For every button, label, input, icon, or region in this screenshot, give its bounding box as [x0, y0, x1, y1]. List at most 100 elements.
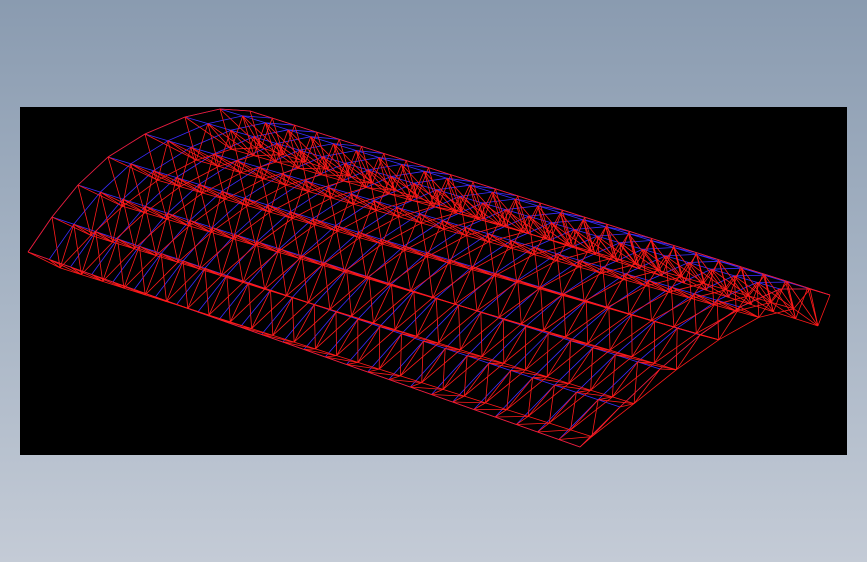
web-diagonal [633, 361, 638, 404]
web-diagonal [167, 212, 212, 233]
web-diagonal [293, 304, 315, 343]
web-diagonal [301, 255, 309, 303]
bottom-chord-transverse [400, 342, 439, 377]
web-diagonal [378, 326, 381, 370]
web-diagonal [537, 429, 571, 433]
top-chord-transverse [367, 333, 402, 373]
bottom-chord-transverse [438, 310, 478, 344]
web-diagonal [357, 326, 381, 363]
top-chord-transverse [637, 327, 678, 363]
web-diagonal [516, 422, 550, 425]
web-diagonal [600, 242, 621, 274]
web-diagonal [176, 177, 226, 200]
web-diagonal [212, 227, 256, 246]
bottom-chord-longitudinal [506, 409, 529, 417]
web-diagonal [615, 354, 655, 364]
model-viewport[interactable] [20, 107, 847, 455]
web-diagonal [671, 286, 714, 306]
top-chord-transverse [413, 259, 450, 292]
web-diagonal [346, 269, 352, 317]
cad-viewer-window [0, 0, 867, 562]
web-diagonal [554, 384, 591, 391]
bottom-chord-longitudinal [623, 279, 647, 287]
bottom-chord-longitudinal [59, 267, 82, 275]
end-frame-far [699, 306, 741, 336]
bottom-chord-transverse [570, 396, 613, 431]
top-chord-transverse [525, 293, 564, 327]
web-diagonal [525, 333, 549, 371]
web-diagonal [325, 356, 358, 363]
web-diagonal [189, 220, 234, 240]
top-chord-transverse [469, 184, 496, 190]
web-diagonal [608, 307, 611, 351]
bottom-chord-longitudinal [601, 272, 624, 280]
web-diagonal [532, 376, 548, 379]
top-chord-transverse [592, 314, 632, 349]
web-diagonal [699, 334, 719, 341]
top-chord-transverse [48, 224, 75, 260]
web-diagonal [579, 260, 624, 280]
web-diagonal [527, 377, 533, 417]
web-diagonal [576, 392, 613, 398]
web-diagonal [301, 255, 345, 273]
bottom-chord-transverse [272, 302, 309, 336]
web-diagonal [145, 205, 190, 227]
web-diagonal [558, 436, 592, 440]
web-diagonal [587, 307, 610, 344]
web-diagonal [435, 298, 439, 344]
top-chord-longitudinal [198, 184, 222, 192]
bottom-chord-transverse [503, 330, 544, 364]
web-diagonal [90, 192, 101, 236]
web-diagonal [651, 286, 672, 321]
web-diagonal [315, 311, 337, 350]
top-chord-transverse [409, 348, 446, 388]
web-diagonal [261, 334, 295, 343]
web-diagonal [436, 189, 480, 220]
web-diagonal [459, 312, 482, 350]
web-diagonal [502, 319, 505, 364]
web-diagonal [625, 273, 647, 287]
web-diagonal [648, 280, 652, 321]
web-diagonal [602, 266, 625, 280]
top-chord-transverse [458, 273, 496, 306]
bottom-chord-longitudinal [549, 422, 571, 431]
web-diagonal [579, 260, 602, 274]
web-diagonal [380, 239, 389, 285]
web-diagonal [51, 216, 61, 268]
web-diagonal [199, 227, 213, 270]
web-diagonal [445, 348, 483, 357]
bottom-chord-transverse [568, 349, 611, 384]
bottom-chord-transverse [485, 369, 526, 404]
web-diagonal [403, 245, 411, 292]
web-diagonal [322, 156, 367, 188]
web-diagonal [272, 297, 293, 336]
web-diagonal [400, 333, 402, 376]
web-diagonal [612, 354, 616, 397]
web-diagonal [313, 304, 316, 349]
web-diagonal [739, 306, 759, 318]
end-frame-near [184, 108, 221, 118]
web-diagonal [673, 293, 695, 328]
web-diagonal [240, 326, 273, 336]
web-diagonal [431, 389, 444, 395]
top-chord-longitudinal [77, 184, 101, 193]
web-diagonal [357, 318, 396, 330]
bottom-chord-transverse [494, 254, 534, 277]
web-diagonal [510, 369, 526, 371]
top-chord-transverse [734, 274, 765, 277]
top-chord-transverse [91, 238, 118, 275]
web-diagonal [480, 312, 483, 357]
web-diagonal [234, 234, 278, 253]
top-chord-transverse [576, 354, 616, 393]
web-diagonal [449, 259, 495, 277]
top-chord-transverse [176, 267, 206, 305]
bottom-chord-longitudinal [750, 304, 774, 313]
web-diagonal [166, 260, 184, 302]
bottom-chord-longitudinal [357, 362, 380, 370]
bottom-chord-longitudinal [570, 429, 593, 437]
web-diagonal [198, 184, 248, 207]
top-chord-transverse [130, 140, 169, 165]
top-chord-transverse [379, 290, 415, 327]
web-diagonal [289, 211, 301, 259]
end-frame-near [51, 184, 79, 218]
